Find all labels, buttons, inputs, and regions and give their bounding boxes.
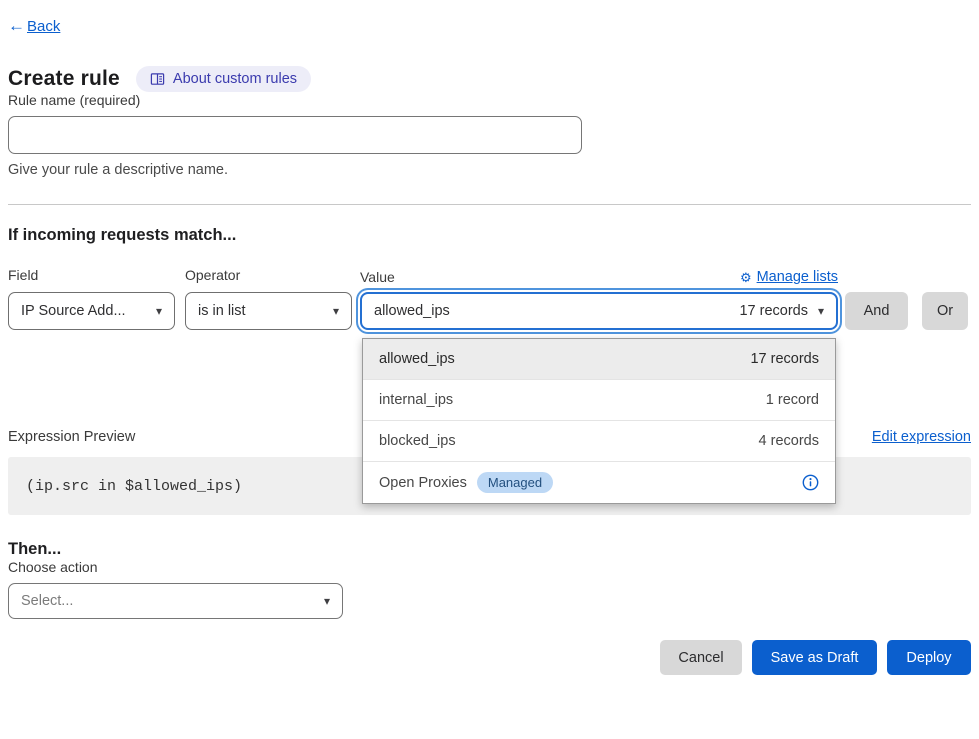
rule-name-label: Rule name (required) xyxy=(8,92,140,108)
match-condition-row: Field IP Source Add... ▾ Operator is in … xyxy=(8,267,971,330)
list-option-internal-ips[interactable]: internal_ips 1 record xyxy=(363,380,835,421)
manage-lists-link[interactable]: ⚙ Manage lists xyxy=(740,269,838,285)
field-label: Field xyxy=(8,267,175,283)
field-select[interactable]: IP Source Add... ▾ xyxy=(8,292,175,330)
rule-name-input[interactable] xyxy=(8,116,582,154)
field-column: Field IP Source Add... ▾ xyxy=(8,267,175,330)
section-divider xyxy=(8,204,971,205)
about-badge-label: About custom rules xyxy=(173,71,297,87)
operator-select[interactable]: is in list ▾ xyxy=(185,292,352,330)
list-option-meta: 4 records xyxy=(759,433,819,449)
list-option-name: allowed_ips xyxy=(379,351,455,367)
list-option-name: internal_ips xyxy=(379,392,453,408)
back-arrow-icon: ← xyxy=(8,16,25,36)
value-label-row: Value ⚙ Manage lists xyxy=(360,269,838,285)
back-link[interactable]: ← Back xyxy=(8,16,60,36)
list-option-meta: 17 records xyxy=(750,351,819,367)
list-option-allowed-ips[interactable]: allowed_ips 17 records xyxy=(363,339,835,380)
value-label: Value xyxy=(360,269,395,285)
list-option-open-proxies[interactable]: Open Proxies Managed xyxy=(363,462,835,503)
and-button[interactable]: And xyxy=(845,292,908,330)
value-records-count: 17 records xyxy=(739,303,808,319)
about-custom-rules-link[interactable]: About custom rules xyxy=(136,66,311,92)
action-select-placeholder: Select... xyxy=(21,593,73,609)
operator-select-value: is in list xyxy=(198,303,246,319)
page-title: Create rule xyxy=(8,67,120,91)
chevron-down-icon: ▾ xyxy=(818,304,824,318)
gear-icon: ⚙ xyxy=(740,271,752,284)
value-select-value: allowed_ips xyxy=(374,303,450,319)
expression-code: (ip.src in $allowed_ips) xyxy=(26,478,242,495)
action-select[interactable]: Select... ▾ xyxy=(8,583,343,619)
list-option-name: Open Proxies xyxy=(379,475,467,491)
operator-label: Operator xyxy=(185,267,352,283)
field-select-value: IP Source Add... xyxy=(21,303,126,319)
or-button[interactable]: Or xyxy=(922,292,968,330)
value-select[interactable]: allowed_ips 17 records ▾ xyxy=(360,292,838,330)
list-option-name: blocked_ips xyxy=(379,433,456,449)
list-option-meta: 1 record xyxy=(766,392,819,408)
cancel-button[interactable]: Cancel xyxy=(660,640,742,675)
save-as-draft-button[interactable]: Save as Draft xyxy=(752,640,877,675)
footer-actions: Cancel Save as Draft Deploy xyxy=(8,640,971,675)
rule-name-helper: Give your rule a descriptive name. xyxy=(8,162,971,178)
chevron-down-icon: ▾ xyxy=(324,594,330,608)
title-row: Create rule About custom rules xyxy=(8,66,971,92)
chevron-down-icon: ▾ xyxy=(156,304,162,318)
list-option-left: Open Proxies Managed xyxy=(379,472,553,493)
book-icon xyxy=(150,72,165,87)
manage-lists-label: Manage lists xyxy=(757,269,838,285)
value-column: Value ⚙ Manage lists allowed_ips 17 reco… xyxy=(360,269,838,330)
deploy-button[interactable]: Deploy xyxy=(887,640,971,675)
list-dropdown-panel: allowed_ips 17 records internal_ips 1 re… xyxy=(362,338,836,504)
choose-action-label: Choose action xyxy=(8,559,98,575)
back-label: Back xyxy=(27,18,60,35)
edit-expression-link[interactable]: Edit expression xyxy=(872,429,971,445)
then-section-heading: Then... xyxy=(8,540,971,559)
chevron-down-icon: ▾ xyxy=(333,304,339,318)
operator-column: Operator is in list ▾ xyxy=(185,267,352,330)
value-select-meta: 17 records ▾ xyxy=(739,303,824,319)
info-icon[interactable] xyxy=(802,474,819,491)
create-rule-page: ← Back Create rule About custom rules Ru… xyxy=(0,0,979,675)
managed-badge: Managed xyxy=(477,472,553,493)
expression-preview-label: Expression Preview xyxy=(8,429,135,445)
match-section-heading: If incoming requests match... xyxy=(8,226,971,245)
list-option-blocked-ips[interactable]: blocked_ips 4 records xyxy=(363,421,835,462)
